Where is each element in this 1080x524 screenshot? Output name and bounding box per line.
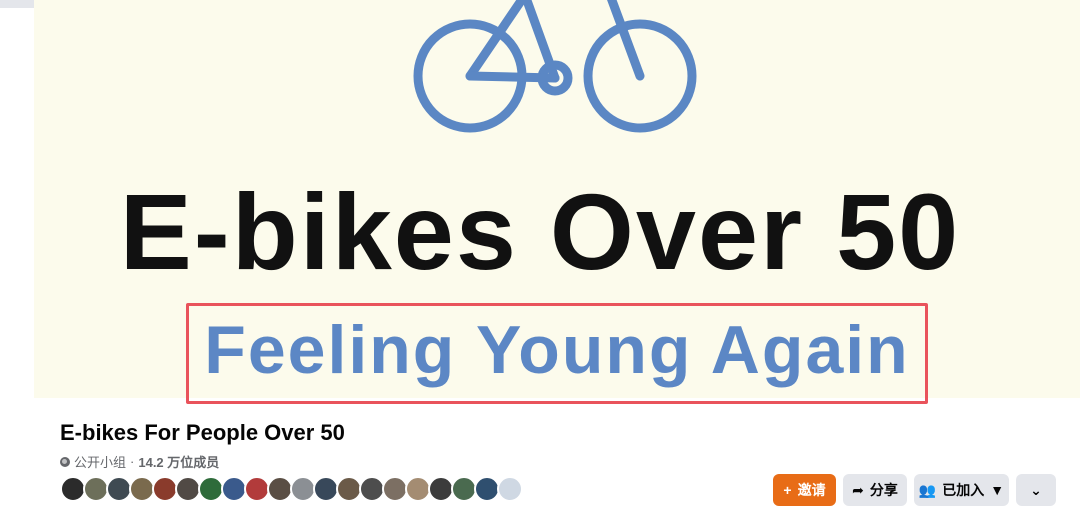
joined-label: 已加入 [942, 482, 985, 498]
cover-headline: E-bikes Over 50 [119, 171, 961, 292]
more-options-button[interactable]: ⌄ [1016, 474, 1056, 506]
highlight-box [186, 303, 928, 404]
caret-down-icon: ▼ [990, 482, 1005, 498]
separator: · [130, 454, 135, 469]
globe-icon [60, 456, 70, 467]
joined-button[interactable]: 👥 已加入 ▼ [914, 474, 1009, 506]
chevron-down-icon: ⌄ [1030, 482, 1042, 498]
group-name[interactable]: E-bikes For People Over 50 [60, 420, 345, 446]
share-button[interactable]: ➦ 分享 [843, 474, 907, 506]
plus-icon: + [783, 482, 792, 498]
members-count[interactable]: 14.2 万位成员 [138, 452, 219, 471]
group-meta: 公开小组 · 14.2 万位成员 [60, 452, 219, 471]
bicycle-icon [413, 0, 697, 133]
member-avatars[interactable] [60, 476, 523, 502]
member-avatar[interactable] [497, 476, 523, 502]
share-arrow-icon: ➦ [852, 482, 864, 498]
privacy-label[interactable]: 公开小组 [74, 452, 126, 471]
share-label: 分享 [869, 482, 898, 498]
invite-button[interactable]: + 邀请 [773, 474, 836, 506]
invite-label: 邀请 [797, 482, 826, 498]
people-icon: 👥 [918, 482, 937, 498]
